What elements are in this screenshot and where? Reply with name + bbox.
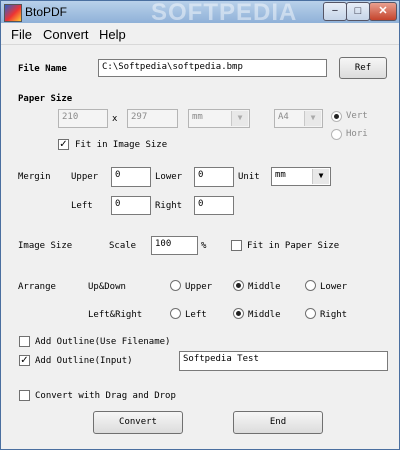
end-button[interactable]: End: [233, 411, 323, 434]
file-name-input[interactable]: C:\Softpedia\softpedia.bmp: [98, 59, 327, 77]
leftright-left-label: Left: [185, 310, 207, 320]
margin-lower-input[interactable]: 0: [194, 167, 234, 187]
margin-right-label: Right: [155, 201, 183, 211]
menu-convert[interactable]: Convert: [43, 27, 89, 42]
app-icon: [4, 4, 22, 22]
margin-upper-input[interactable]: 0: [111, 167, 151, 187]
leftright-middle-radio[interactable]: [233, 308, 244, 319]
margin-label: Mergin: [18, 172, 51, 182]
main-window: BtoPDF SOFTPEDIA − □ ✕ File Convert Help…: [0, 0, 400, 450]
margin-lower-label: Lower: [155, 172, 183, 182]
margin-right-input[interactable]: 0: [194, 196, 234, 215]
orientation-vert-radio[interactable]: [331, 111, 342, 122]
updown-middle-label: Middle: [248, 282, 281, 292]
scale-label: Scale: [109, 241, 137, 251]
leftright-left-radio[interactable]: [170, 308, 181, 319]
orientation-vert-label: Vert: [346, 111, 368, 121]
outline-input-label: Add Outline(Input): [35, 356, 133, 366]
image-size-label: Image Size: [18, 241, 73, 251]
maximize-button[interactable]: □: [346, 2, 370, 21]
fit-image-size-label: Fit in Image Size: [75, 140, 168, 150]
scale-input[interactable]: 100: [151, 236, 198, 255]
file-name-label: File Name: [18, 64, 67, 74]
updown-label: Up&Down: [88, 282, 126, 292]
leftright-right-label: Right: [320, 310, 348, 320]
close-button[interactable]: ✕: [369, 2, 397, 21]
leftright-label: Left&Right: [88, 310, 143, 320]
updown-middle-radio[interactable]: [233, 280, 244, 291]
updown-lower-label: Lower: [320, 282, 348, 292]
updown-upper-radio[interactable]: [170, 280, 181, 291]
minimize-button[interactable]: −: [323, 2, 347, 21]
paper-unit-select[interactable]: mm ▼: [188, 109, 250, 128]
fit-paper-size-label: Fit in Paper Size: [247, 241, 340, 251]
menu-help[interactable]: Help: [99, 27, 126, 42]
orientation-hori-radio[interactable]: [331, 129, 342, 140]
margin-unit-select[interactable]: mm ▼: [271, 167, 331, 186]
drag-drop-checkbox[interactable]: [19, 390, 30, 401]
paper-size-label: Paper Size: [18, 94, 73, 104]
outline-input-checkbox[interactable]: ✓: [19, 355, 30, 366]
chevron-down-icon: ▼: [312, 169, 329, 184]
window-title: BtoPDF: [25, 5, 68, 19]
margin-upper-label: Upper: [71, 172, 99, 182]
convert-button[interactable]: Convert: [93, 411, 183, 434]
leftright-middle-label: Middle: [248, 310, 281, 320]
margin-left-input[interactable]: 0: [111, 196, 151, 215]
ref-button[interactable]: Ref: [339, 57, 387, 79]
watermark: SOFTPEDIA: [151, 0, 298, 26]
fit-paper-size-checkbox[interactable]: [231, 240, 242, 251]
chevron-down-icon: ▼: [304, 111, 321, 126]
drag-drop-label: Convert with Drag and Drop: [35, 391, 176, 401]
margin-left-label: Left: [71, 201, 93, 211]
paper-size-select[interactable]: A4 ▼: [274, 109, 323, 128]
updown-upper-label: Upper: [185, 282, 213, 292]
percent-label: %: [201, 241, 207, 251]
paper-width-input[interactable]: 210: [58, 109, 108, 128]
leftright-right-radio[interactable]: [305, 308, 316, 319]
chevron-down-icon: ▼: [231, 111, 248, 126]
outline-input-field[interactable]: Softpedia Test: [179, 351, 388, 371]
paper-x-label: x: [112, 114, 118, 124]
arrange-label: Arrange: [18, 282, 56, 292]
updown-lower-radio[interactable]: [305, 280, 316, 291]
fit-image-size-checkbox[interactable]: ✓: [58, 139, 69, 150]
margin-unit-label: Unit: [238, 172, 260, 182]
outline-filename-checkbox[interactable]: [19, 336, 30, 347]
orientation-hori-label: Hori: [346, 129, 368, 139]
menu-bar: File Convert Help: [1, 24, 399, 45]
outline-filename-label: Add Outline(Use Filename): [35, 337, 171, 347]
menu-file[interactable]: File: [11, 27, 32, 42]
paper-height-input[interactable]: 297: [127, 109, 178, 128]
title-bar[interactable]: BtoPDF SOFTPEDIA − □ ✕: [1, 0, 399, 26]
